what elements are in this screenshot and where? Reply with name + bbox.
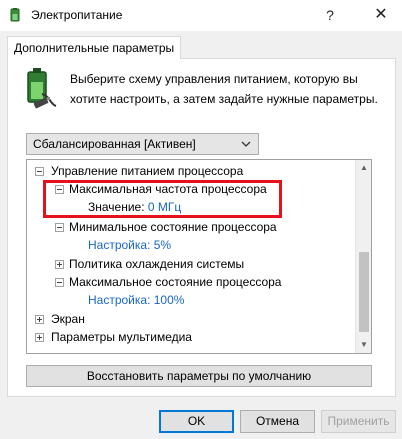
- tree-node-cooling-policy[interactable]: Политика охлаждения системы: [69, 256, 244, 273]
- scroll-thumb[interactable]: [359, 252, 369, 332]
- restore-defaults-button[interactable]: Восстановить параметры по умолчанию: [26, 365, 372, 387]
- expand-icon[interactable]: [35, 333, 44, 342]
- chevron-down-icon: [241, 141, 251, 147]
- tree-node-max-state[interactable]: Максимальное состояние процессора: [69, 274, 281, 291]
- close-button[interactable]: ✕: [360, 0, 402, 30]
- tree-node-processor-power[interactable]: Управление питанием процессора: [51, 163, 243, 180]
- tree-value-min-state[interactable]: Настройка: 5%: [88, 237, 171, 254]
- battery-plug-icon: [27, 68, 57, 109]
- cancel-button[interactable]: Отмена: [240, 410, 315, 433]
- tree-node-screen[interactable]: Экран: [51, 311, 85, 328]
- title-bar: Электропитание ? ✕: [0, 0, 402, 31]
- tree-node-multimedia[interactable]: Параметры мультимедиа: [51, 329, 192, 346]
- highlight-box: [43, 180, 282, 218]
- tree-scrollbar[interactable]: ▲ ▼: [355, 160, 371, 353]
- power-scheme-select[interactable]: Сбалансированная [Активен]: [26, 133, 259, 155]
- collapse-icon[interactable]: [55, 223, 64, 232]
- apply-button[interactable]: Применить: [321, 410, 396, 433]
- window-title: Электропитание: [31, 8, 123, 22]
- tree-value-max-state[interactable]: Настройка: 100%: [88, 292, 184, 309]
- power-scheme-value: Сбалансированная [Активен]: [33, 137, 196, 151]
- tree-node-min-state[interactable]: Минимальное состояние процессора: [69, 219, 277, 236]
- ok-button[interactable]: OK: [159, 410, 234, 433]
- expand-icon[interactable]: [35, 315, 44, 324]
- scroll-down-icon[interactable]: ▼: [356, 337, 372, 353]
- collapse-icon[interactable]: [55, 278, 64, 287]
- help-button[interactable]: ?: [316, 0, 344, 30]
- tab-advanced-settings[interactable]: Дополнительные параметры: [7, 36, 182, 59]
- power-options-icon: [10, 8, 20, 22]
- description-text: Выберите схему управления питанием, кото…: [70, 72, 378, 106]
- expand-icon[interactable]: [55, 260, 64, 269]
- collapse-icon[interactable]: [35, 167, 44, 176]
- scroll-up-icon[interactable]: ▲: [356, 160, 372, 176]
